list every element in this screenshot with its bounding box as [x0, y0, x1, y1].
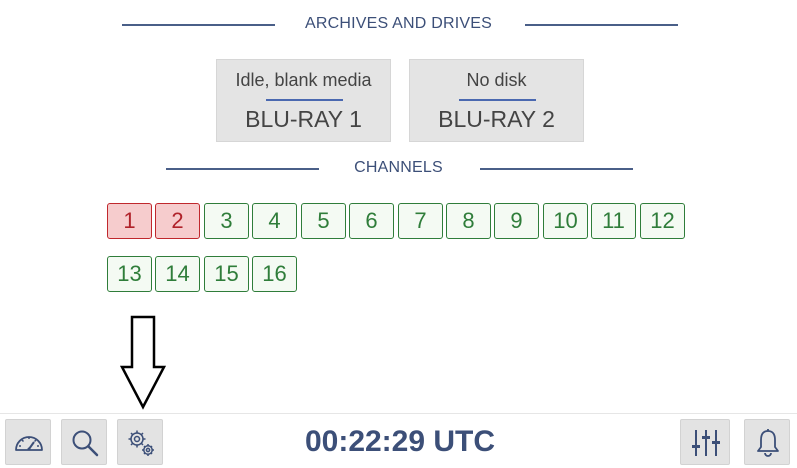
- channel-button-13[interactable]: 13: [107, 256, 152, 292]
- notifications-button[interactable]: [744, 419, 790, 465]
- channels-title: CHANNELS: [354, 159, 443, 176]
- settings-button[interactable]: [117, 419, 163, 465]
- drive-name: BLU-RAY 2: [438, 106, 555, 132]
- channel-button-10[interactable]: 10: [543, 203, 588, 239]
- bell-icon: [757, 429, 779, 457]
- channel-button-15[interactable]: 15: [204, 256, 249, 292]
- channel-button-5[interactable]: 5: [301, 203, 346, 239]
- channel-button-14[interactable]: 14: [155, 256, 200, 292]
- header-rule-right: [525, 24, 678, 26]
- channel-button-3[interactable]: 3: [204, 203, 249, 239]
- channel-button-11[interactable]: 11: [591, 203, 636, 239]
- drive-status: No disk: [466, 70, 527, 90]
- drive-underline: [459, 99, 536, 101]
- channel-button-1[interactable]: 1: [107, 203, 152, 239]
- drive-bluray-2[interactable]: No disk BLU-RAY 2: [409, 59, 584, 142]
- gears-icon: [128, 430, 154, 456]
- archives-header: ARCHIVES AND DRIVES: [0, 15, 797, 35]
- down-arrow-annotation: [119, 315, 167, 410]
- speedometer-icon: [15, 436, 43, 451]
- channel-button-6[interactable]: 6: [349, 203, 394, 239]
- channel-button-12[interactable]: 12: [640, 203, 685, 239]
- drive-status: Idle, blank media: [235, 70, 372, 90]
- search-icon: [72, 430, 99, 457]
- drive-name: BLU-RAY 1: [245, 106, 362, 132]
- channels-header: CHANNELS: [0, 159, 797, 179]
- channel-button-7[interactable]: 7: [398, 203, 443, 239]
- channel-button-8[interactable]: 8: [446, 203, 491, 239]
- utc-clock: 00:22:29 UTC: [304, 425, 496, 458]
- channel-button-9[interactable]: 9: [494, 203, 539, 239]
- sliders-icon: [692, 430, 720, 456]
- footer-divider: [0, 413, 797, 414]
- channel-button-4[interactable]: 4: [252, 203, 297, 239]
- dashboard-button[interactable]: [5, 419, 51, 465]
- search-button[interactable]: [61, 419, 107, 465]
- channel-button-16[interactable]: 16: [252, 256, 297, 292]
- drive-underline: [266, 99, 343, 101]
- mixer-button[interactable]: [680, 419, 730, 465]
- channel-button-2[interactable]: 2: [155, 203, 200, 239]
- drive-bluray-1[interactable]: Idle, blank media BLU-RAY 1: [216, 59, 391, 142]
- header-rule-right: [480, 168, 633, 170]
